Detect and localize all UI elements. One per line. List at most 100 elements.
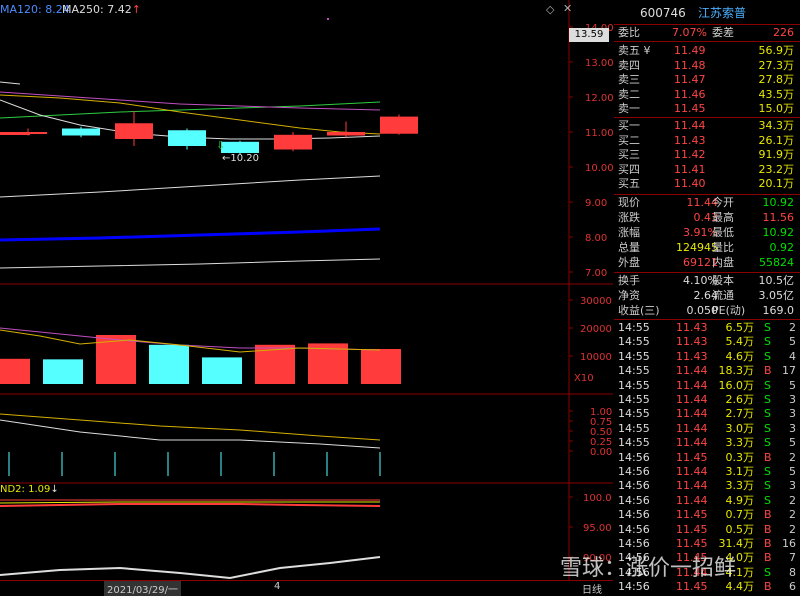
tick-price: 11.44: [676, 393, 708, 406]
tick-count: 3: [789, 407, 796, 421]
tick-side: B: [764, 551, 772, 565]
weicha-value: 226: [773, 26, 794, 39]
ask-volume: 43.5万: [758, 87, 795, 101]
stat-row: 涨幅 3.91% 最低 10.92: [614, 226, 800, 240]
ask-volume: 27.8万: [758, 73, 795, 86]
quote-header: 600746 江苏索普: [614, 6, 800, 22]
stat-label: 内盘: [712, 256, 734, 269]
candle-body: [115, 123, 153, 139]
tick-price: 11.43: [676, 335, 708, 349]
price-axis-label: 10.00: [585, 163, 613, 174]
tick-time: 14:56: [618, 450, 650, 464]
date-axis: 2021/03/29/一 4 日线: [0, 580, 613, 596]
indicator2-line-white: [0, 556, 381, 580]
ask-price: 11.48: [674, 58, 706, 72]
bid-volume: 91.9万: [758, 148, 795, 161]
stat-label: 今开: [712, 196, 734, 209]
tick-count: 2: [789, 321, 796, 334]
tick-side: S: [764, 407, 771, 421]
ask-label: 卖二: [618, 87, 640, 101]
ask-price: 11.46: [674, 87, 706, 101]
info-label: 收益(三): [618, 304, 660, 317]
info-label: 流通: [712, 289, 734, 302]
volume-unit: X10: [574, 373, 594, 384]
bid-row[interactable]: 买二 11.43 26.1万: [614, 134, 800, 148]
tick-volume: 4.9万: [725, 493, 755, 507]
bid-price: 11.40: [674, 177, 706, 190]
stat-value: 3.91%: [683, 226, 718, 239]
indicator1-line-white: [0, 419, 381, 449]
tick-time: 14:55: [618, 364, 650, 378]
tick-time: 14:56: [618, 493, 650, 507]
bid-row[interactable]: 买五 11.40 20.1万: [614, 177, 800, 191]
tick-count: 16: [782, 537, 796, 550]
bid-price: 11.43: [674, 133, 706, 147]
weibi-value: 7.07%: [672, 26, 707, 39]
low-marker: ←10.20: [222, 153, 260, 164]
kline-chart-area[interactable]: 14.0013.0012.0011.0010.009.008.007.00⇩30…: [0, 0, 613, 596]
bid-label: 买一: [618, 119, 640, 132]
candle-body: [62, 128, 100, 136]
price-axis-label: 9.00: [585, 198, 607, 209]
bid-row[interactable]: 买一 11.44 34.3万: [614, 119, 800, 133]
info-value: 10.5亿: [758, 274, 795, 287]
marker-dot: [327, 18, 329, 20]
trade-tick-row: 14:55 11.44 18.3万 B 17: [614, 364, 800, 378]
tick-side: S: [764, 349, 771, 363]
ask-row[interactable]: 卖二 11.46 43.5万: [614, 88, 800, 102]
close-icon[interactable]: ✕: [563, 2, 572, 15]
tick-side: S: [764, 493, 771, 507]
tick-count: 2: [789, 508, 796, 522]
ask-row[interactable]: 卖四 11.48 27.3万: [614, 59, 800, 73]
tick-side: S: [764, 421, 771, 435]
tick-side: S: [764, 465, 771, 478]
bid-label: 买三: [618, 148, 640, 161]
indicator1-line-yellow: [0, 413, 381, 441]
tick-price: 11.44: [676, 465, 708, 478]
info-row: 净资 2.64 流通 3.05亿: [614, 289, 800, 303]
divider: [614, 117, 800, 118]
tick-time: 14:56: [618, 537, 650, 550]
weibi-row: 委比 7.07% 委差 226: [614, 26, 800, 40]
tick-time: 14:55: [618, 421, 650, 435]
bid-row[interactable]: 买三 11.42 91.9万: [614, 148, 800, 162]
bid-row[interactable]: 买四 11.41 23.2万: [614, 163, 800, 177]
current-price-tag: 13.59: [569, 28, 609, 42]
tick-count: 5: [789, 335, 796, 349]
tick-price: 11.45: [676, 537, 708, 550]
tick-count: 8: [789, 565, 796, 579]
stat-label: 量比: [712, 241, 734, 254]
tick-side: B: [764, 580, 772, 594]
stat-value: 10.92: [762, 196, 795, 209]
long-ma-line: [0, 258, 381, 269]
ask-label: 卖一: [618, 102, 640, 115]
tick-time: 14:55: [618, 335, 650, 349]
ma250-line: [0, 227, 381, 242]
tick-count: 5: [789, 436, 796, 450]
tick-price: 11.45: [676, 508, 708, 522]
stat-value: 11.56: [762, 211, 795, 224]
trade-tick-row: 14:55 11.44 16.0万 S 5: [614, 379, 800, 393]
trade-tick-row: 14:55 11.44 3.3万 S 5: [614, 436, 800, 450]
diamond-icon[interactable]: ◇: [546, 3, 554, 16]
tick-time: 14:55: [618, 436, 650, 450]
tick-count: 17: [782, 364, 796, 378]
ma-line-stub: [0, 81, 21, 85]
price-axis-label: 11.00: [585, 128, 613, 139]
divider: [614, 41, 800, 42]
tick-volume: 3.3万: [725, 436, 755, 450]
tick-volume: 0.5万: [725, 522, 755, 536]
trade-tick-row: 14:55 11.44 3.0万 S 3: [614, 422, 800, 436]
tick-price: 11.44: [676, 407, 708, 421]
stat-label: 现价: [618, 196, 640, 209]
ask-row[interactable]: 卖一 11.45 15.0万: [614, 102, 800, 116]
tick-price: 11.45: [676, 450, 708, 464]
candle-body: [380, 116, 418, 134]
ask-row[interactable]: 卖三 11.47 27.8万: [614, 73, 800, 87]
stock-name[interactable]: 江苏索普: [698, 6, 746, 20]
chart-canvas[interactable]: 14.0013.0012.0011.0010.009.008.007.00⇩30…: [0, 0, 613, 594]
tick-volume: 4.4万: [725, 580, 755, 594]
ma-line-purple: [0, 91, 381, 111]
ask-row[interactable]: 卖五 ¥ 11.49 56.9万: [614, 44, 800, 58]
bid-volume: 26.1万: [758, 133, 795, 147]
